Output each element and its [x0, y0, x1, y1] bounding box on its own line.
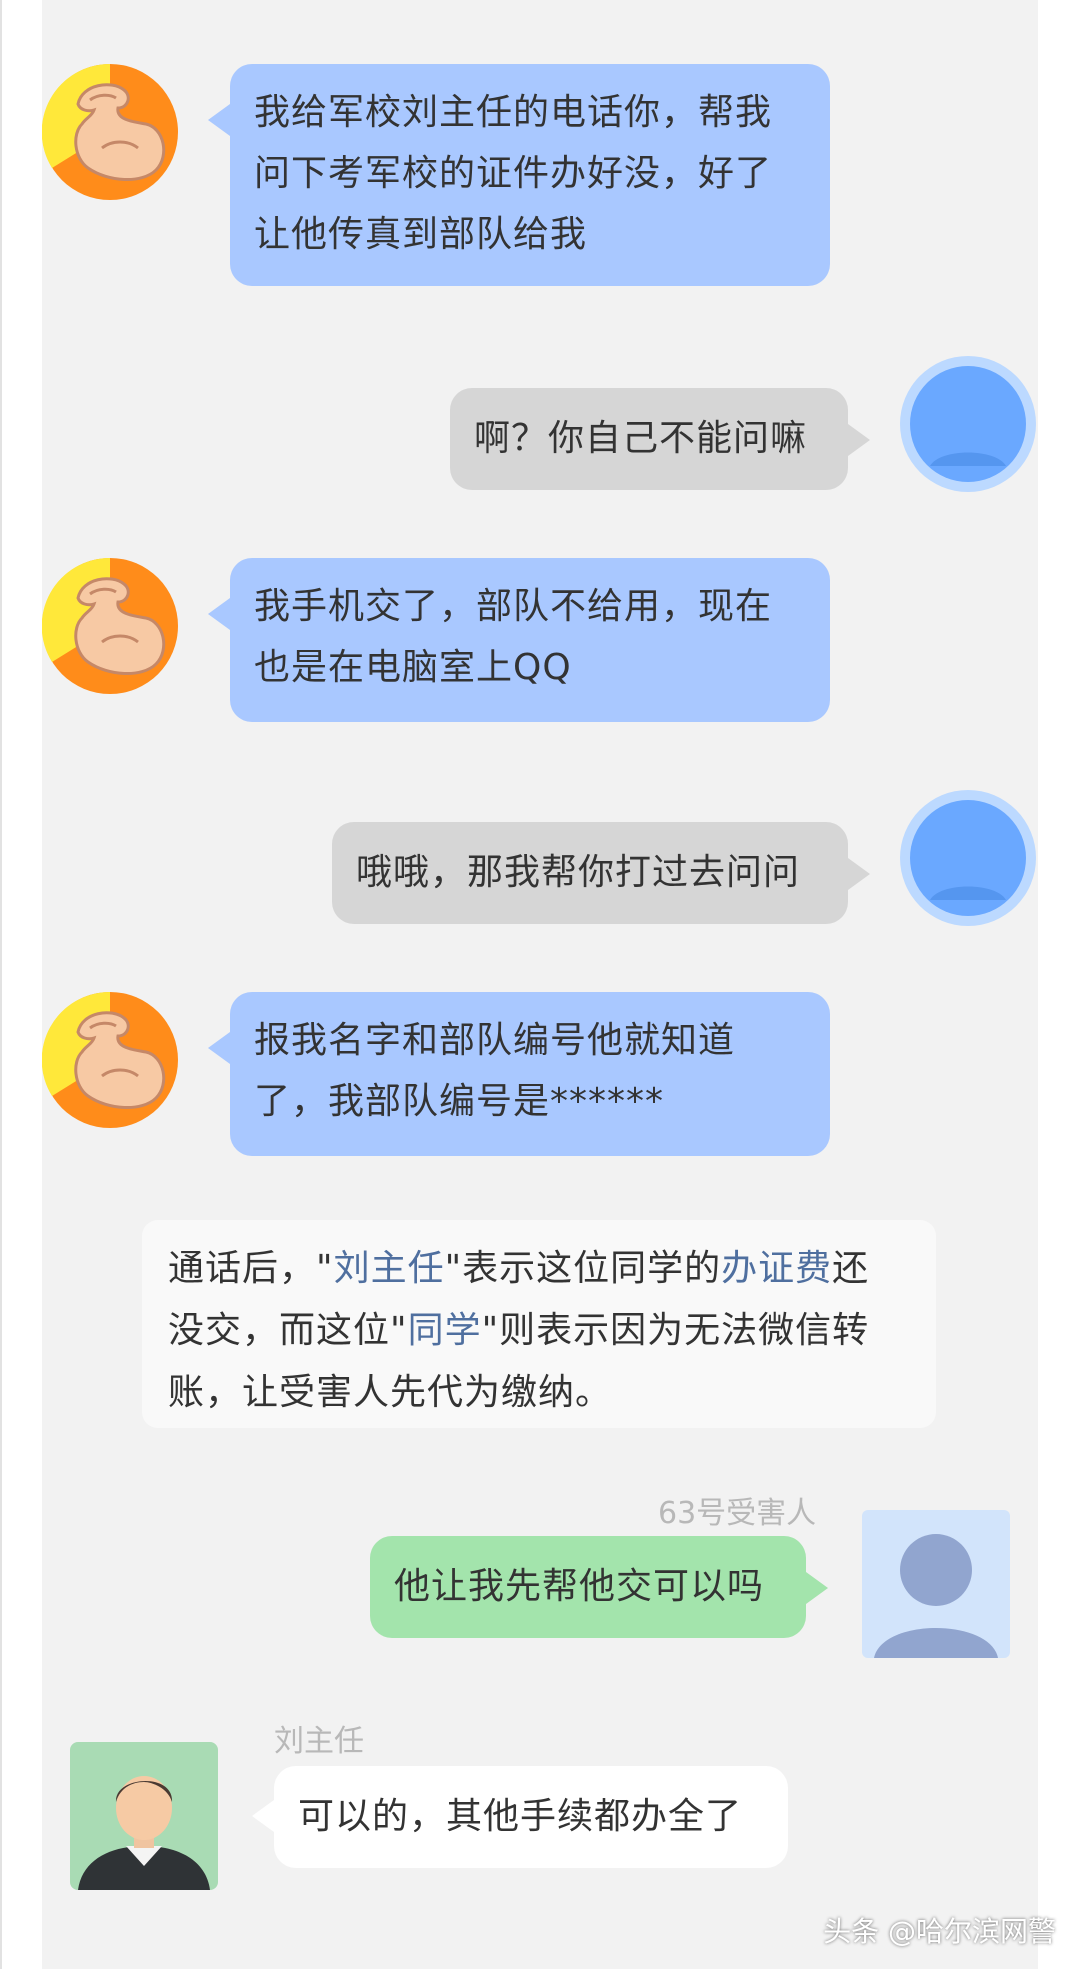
message-line: 也是在电脑室上QQ	[254, 647, 572, 688]
note-text: 没交，而这位"	[168, 1310, 408, 1351]
message-bubble[interactable]: 我手机交了，部队不给用，现在 也是在电脑室上QQ	[230, 558, 830, 722]
bubble-tail	[208, 1032, 230, 1064]
narration-note: 通话后，"刘主任"表示这位同学的办证费还 没交，而这位"同学"则表示因为无法微信…	[142, 1220, 936, 1428]
message-text: 哦哦，那我帮你打过去问问	[356, 852, 801, 893]
sender-name: 刘主任	[274, 1724, 364, 1759]
bubble-tail	[208, 104, 230, 136]
flexing-arm-avatar-icon[interactable]	[41, 991, 178, 1132]
message-bubble[interactable]: 可以的，其他手续都办全了	[274, 1766, 788, 1868]
note-line: 没交，而这位"同学"则表示因为无法微信转	[168, 1300, 910, 1362]
default-user-avatar-icon[interactable]	[900, 356, 1036, 496]
message-line: 让他传真到部队给我	[254, 214, 588, 255]
message-bubble[interactable]: 啊？你自己不能问嘛	[450, 388, 848, 490]
watermark: 头条 @哈尔滨网警	[823, 1915, 1056, 1948]
man-avatar-icon[interactable]	[70, 1742, 218, 1894]
bubble-tail	[252, 1800, 274, 1832]
message-line: 了，我部队编号是******	[254, 1081, 665, 1122]
message-bubble[interactable]: 哦哦，那我帮你打过去问问	[332, 822, 848, 924]
bubble-tail	[848, 858, 870, 890]
message-line: 我给军校刘主任的电话你，帮我	[254, 92, 773, 133]
bubble-tail	[806, 1572, 828, 1604]
victim-avatar-icon[interactable]	[862, 1510, 1010, 1662]
bubble-tail	[208, 598, 230, 630]
note-highlight: 办证费	[721, 1248, 833, 1289]
note-text: "表示这位同学的	[444, 1248, 722, 1289]
note-text: 还	[832, 1248, 870, 1289]
chat-panel	[42, 0, 1038, 1969]
note-text: "则表示因为无法微信转	[481, 1310, 870, 1351]
default-user-avatar-icon[interactable]	[900, 790, 1036, 930]
note-highlight: 同学	[407, 1310, 482, 1351]
message-line: 我手机交了，部队不给用，现在	[254, 586, 773, 627]
message-text: 他让我先帮他交可以吗	[394, 1566, 765, 1607]
flexing-arm-avatar-icon[interactable]	[41, 63, 178, 204]
message-bubble[interactable]: 报我名字和部队编号他就知道 了，我部队编号是******	[230, 992, 830, 1156]
bubble-tail	[848, 424, 870, 456]
note-text: 通话后，"	[168, 1248, 334, 1289]
sender-name: 63号受害人	[658, 1496, 817, 1531]
message-line: 报我名字和部队编号他就知道	[254, 1020, 736, 1061]
message-bubble[interactable]: 他让我先帮他交可以吗	[370, 1536, 806, 1638]
message-text: 可以的，其他手续都办全了	[298, 1796, 743, 1837]
left-border	[0, 0, 2, 1969]
message-line: 问下考军校的证件办好没，好了	[254, 153, 773, 194]
note-highlight: 刘主任	[333, 1248, 445, 1289]
note-line: 通话后，"刘主任"表示这位同学的办证费还	[168, 1238, 910, 1300]
flexing-arm-avatar-icon[interactable]	[41, 557, 178, 698]
message-text: 啊？你自己不能问嘛	[474, 418, 808, 459]
message-bubble[interactable]: 我给军校刘主任的电话你，帮我 问下考军校的证件办好没，好了 让他传真到部队给我	[230, 64, 830, 286]
note-line: 账，让受害人先代为缴纳。	[168, 1372, 613, 1413]
